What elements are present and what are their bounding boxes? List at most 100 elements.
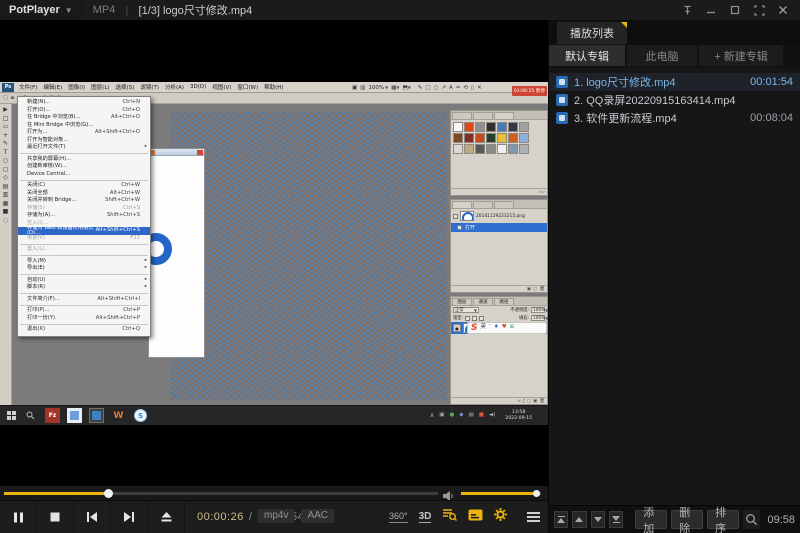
ps-file-menu-item: 打开(O)... Ctrl+O [18,107,150,115]
vr-360-button[interactable]: 360° [389,511,408,523]
ps-tool-icon: ▦ [3,200,9,207]
ps-panel-tab [473,112,493,119]
blend-mode-dropdown: 正常▼ [453,307,479,313]
fill-dropdown: 100%▼ [531,315,545,321]
taskbar-app-fz: Fz [45,408,60,423]
taskbar-app-doc [67,408,82,423]
menu-hamburger-button[interactable] [527,512,540,522]
playlist-item[interactable]: 1. logo尺寸修改.mp4 00:01:54 [549,73,800,91]
ps-menu-item: 图层(L) [90,83,110,91]
seek-row [0,486,548,500]
ps-file-menu-item: 创建新审核(W)... [18,163,150,171]
playlist-item[interactable]: 3. 软件更新流程.mp4 00:08:04 [549,109,800,127]
ps-right-panels: ◃▹ 20141129223215.png [450,110,548,405]
annotation-tool-icon: ▯ [471,85,474,91]
move-up-button[interactable] [572,511,586,528]
playlist-tab-strip: 播放列表 [549,20,800,44]
seek-bar[interactable] [4,492,438,495]
video-surface[interactable]: Ps 文件(F)编辑(E)图像(I)图层(L)选择(S)滤镜(T)分析(A)3D… [0,20,548,486]
previous-button[interactable] [74,501,111,533]
arrange-documents-icon: ▦▼ [391,85,399,91]
next-button[interactable] [111,501,148,533]
control-bar: 00:00:26 / 00:01:54 mp4v AAC 360° 3D [0,500,548,533]
move-down-button[interactable] [591,511,605,528]
taskbar-app-w: W [111,408,126,423]
style-swatch [475,144,485,154]
pin-on-top-icon[interactable] [678,2,696,18]
media-file-icon [556,112,568,124]
document-close-icon [197,150,203,155]
app-name: PotPlayer [9,4,60,16]
ps-tool-icon: T [4,149,8,156]
add-button[interactable]: 添加 [635,510,667,529]
tab-this-pc[interactable]: 此电脑 [627,45,697,66]
ps-menu-item: 编辑(E) [42,83,63,91]
annotation-tool-icon: ⟲ [463,85,468,91]
video-codec-badge[interactable]: mp4v [258,509,294,523]
tray-expand-icon: ∧ [430,412,434,419]
windows-start-icon [7,411,16,420]
ps-file-menu-item: 关闭(C) Ctrl+W [18,182,150,190]
chevron-down-icon: ▼ [65,6,73,15]
move-top-button[interactable] [554,511,568,528]
ps-panel-tab [494,112,514,119]
ps-menu-item: 3D(D) [189,84,207,90]
taskbar-clock: 13:58 2022-09-15 [505,410,532,421]
ps-file-menu-item: 恢复(V) F12 [18,235,150,243]
playlist-search-icon[interactable] [743,510,760,529]
app-menu-button[interactable]: PotPlayer ▼ [0,0,83,20]
minimize-button[interactable] [702,2,720,18]
move-bottom-button[interactable] [609,511,623,528]
style-swatch [453,144,463,154]
ps-menu-item: 帮助(H) [263,83,284,91]
ps-file-menu-item: 退出(X) Ctrl+Q [18,326,150,334]
ps-tool-icon: ■ [3,208,9,215]
audio-codec-badge[interactable]: AAC [301,509,334,523]
sogou-logo: S [471,324,477,333]
style-swatch [464,122,474,132]
album-tabs: 默认专辑 此电脑 + 新建专辑 [549,44,800,67]
window-title: [1/3] logo尺寸修改.mp4 [139,2,253,18]
tab-playlist[interactable]: 播放列表 [557,22,627,44]
ps-layers-tab: 路径 [494,298,514,305]
bridge-icon: ▣ [352,85,357,91]
delete-button[interactable]: 删除 [671,510,703,529]
ps-menu-item: 视图(V) [211,83,232,91]
sort-button[interactable]: 排序 [707,510,739,529]
ps-panel-tab [473,201,493,208]
ps-file-menu-item: 最近打开文件(T) [18,144,150,152]
stop-button[interactable] [37,501,74,533]
history-snapshot-row: 20141129223215.png [451,209,547,223]
style-swatch [497,133,507,143]
tab-new-album[interactable]: + 新建专辑 [699,45,783,66]
fullscreen-button[interactable] [750,2,768,18]
annotation-tool-icon: ✎ [418,85,423,91]
close-button[interactable] [774,2,792,18]
volume-thumb[interactable] [533,490,540,497]
settings-gear-icon[interactable] [494,508,507,526]
maximize-button[interactable] [726,2,744,18]
ps-file-menu-item: 存储为 Web 和设备所用格式(D)... Alt+Shift+Ctrl+S [18,227,150,235]
style-swatch [453,122,463,132]
tray-or-ime-icon: 英 [480,325,486,331]
playlist-item-duration: 00:08:04 [750,112,793,124]
subtitle-button[interactable] [468,508,483,526]
subtitle-search-button[interactable] [442,508,457,526]
pause-button[interactable] [0,501,37,533]
style-swatch [453,133,463,143]
annotation-tool-icon: ✕ [477,85,482,91]
volume-slider[interactable] [461,492,541,495]
style-swatch [486,133,496,143]
layers-blend-row: 正常▼ 不透明度: 100%▼ [451,306,547,314]
ps-menu-item: 窗口(W) [236,83,259,91]
seek-thumb[interactable] [104,489,113,498]
history-step-name: 打开 [465,224,475,231]
taskbar-app-active [89,408,104,423]
playlist-item[interactable]: 2. QQ录屏20220915163414.mp4 [549,91,800,109]
tray-or-ime-icon: ▤ [469,413,474,419]
playlist-panel: 播放列表 默认专辑 此电脑 + 新建专辑 1. logo尺寸修改.mp4 00:… [548,20,800,533]
tab-default-album[interactable]: 默认专辑 [549,45,625,66]
open-file-button[interactable] [148,501,185,533]
3d-button[interactable]: 3D [419,511,432,523]
ps-option-glyph: □ [3,95,8,101]
